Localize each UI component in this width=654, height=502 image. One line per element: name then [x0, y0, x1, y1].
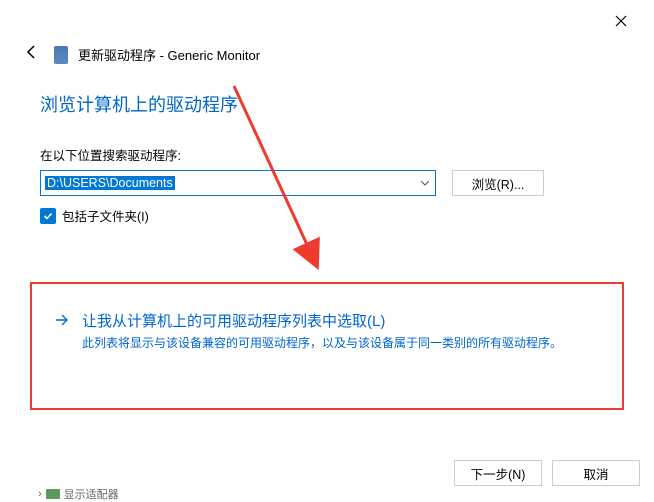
cancel-button[interactable]: 取消 [552, 460, 640, 486]
browse-button[interactable]: 浏览(R)... [452, 170, 544, 196]
close-icon[interactable] [606, 6, 636, 36]
option-title: 让我从计算机上的可用驱动程序列表中选取(L) [82, 310, 600, 331]
next-button[interactable]: 下一步(N) [454, 460, 542, 486]
pick-from-list-option[interactable]: 让我从计算机上的可用驱动程序列表中选取(L) 此列表将显示与该设备兼容的可用驱动… [30, 282, 624, 410]
header-bar: 更新驱动程序 - Generic Monitor [0, 0, 654, 73]
driver-path-input[interactable]: D:\USERS\Documents [40, 170, 436, 196]
page-heading: 浏览计算机上的驱动程序 [40, 91, 614, 117]
arrow-right-icon [54, 312, 70, 333]
option-description: 此列表将显示与该设备兼容的可用驱动程序，以及与该设备属于同一类别的所有驱动程序。 [82, 334, 600, 352]
chevron-down-icon[interactable] [421, 178, 429, 189]
include-subfolders-label: 包括子文件夹(I) [62, 206, 149, 225]
include-subfolders-checkbox[interactable] [40, 208, 56, 224]
path-value: D:\USERS\Documents [45, 176, 175, 190]
include-subfolders-row: 包括子文件夹(I) [40, 206, 614, 225]
search-location-label: 在以下位置搜索驱动程序: [40, 145, 614, 164]
footer-buttons: 下一步(N) 取消 [454, 460, 640, 486]
update-driver-window: 更新驱动程序 - Generic Monitor 浏览计算机上的驱动程序 在以下… [0, 0, 654, 500]
content-area: 浏览计算机上的驱动程序 在以下位置搜索驱动程序: D:\USERS\Docume… [0, 73, 654, 225]
monitor-device-icon [54, 46, 68, 64]
search-row: D:\USERS\Documents 浏览(R)... [40, 170, 614, 196]
display-adapter-icon [46, 489, 60, 499]
tree-chevron-icon: › [38, 488, 42, 500]
back-arrow-icon[interactable] [20, 44, 44, 65]
window-title: 更新驱动程序 - Generic Monitor [78, 45, 260, 64]
